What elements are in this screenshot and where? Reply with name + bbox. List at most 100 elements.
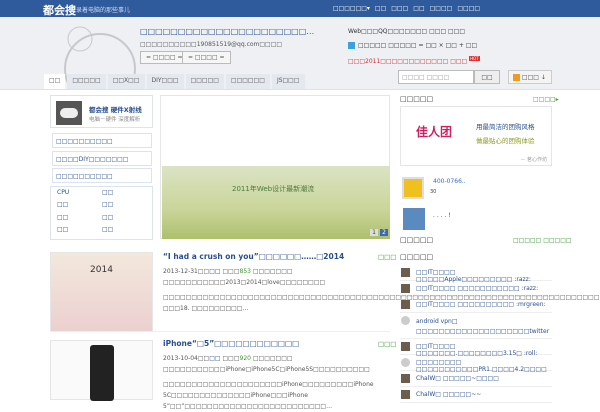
- category-link[interactable]: □□: [102, 214, 146, 225]
- divider: [50, 331, 390, 332]
- post-thumbnail[interactable]: [50, 340, 153, 401]
- announcement-title[interactable]: □□□□□□□□□□□□□□□□□□□□□□…: [140, 27, 314, 36]
- category-list: CPU □□ □□ □□ □□ □□ □□ □□: [50, 186, 153, 240]
- site-slogan: 记录着电脑的那些事儿: [70, 7, 131, 14]
- bulb-icon: [401, 316, 410, 325]
- post-meta: 2013-12-31□□□□ □□□853 □□□□□□□: [163, 268, 293, 275]
- post-title[interactable]: iPhone“□5”□□□□□□□□□□□□: [163, 339, 299, 348]
- thumbnail-text: 2014: [90, 265, 113, 275]
- comment-item[interactable]: □□□□□□□□ □□□□□□□□□□□PR1.□□□□4.2□□□□: [400, 356, 552, 373]
- tab-item[interactable]: DIY□□□: [146, 74, 184, 89]
- category-link[interactable]: □□: [102, 226, 146, 237]
- header-link-2-label: □□□□□ □□□□□ = □□ × □□ + □□: [358, 42, 478, 49]
- post-author[interactable]: □□: [209, 355, 220, 362]
- sidebar-link[interactable]: □□□□DIY□□□□□□□: [52, 151, 152, 166]
- device-icon: [403, 208, 425, 230]
- phone-image: [89, 345, 114, 401]
- brand-title[interactable]: 都会搜 硬件X射线: [89, 104, 142, 114]
- comment-text: □□IT□□□□ □□□□□□□.□□□□□□□□3.15□ :roll:: [416, 343, 538, 357]
- ad-brand: 佳人团: [416, 125, 453, 139]
- comment-text: android vpn□ □□□□□□□□□□□□□□□□□□□□twitter…: [416, 318, 550, 335]
- tab-item[interactable]: □□X□□: [107, 74, 145, 89]
- avatar: [401, 342, 410, 351]
- post-meta: 2013-10-04□□□□ □□□920 □□□□□□□: [163, 355, 293, 362]
- category-link[interactable]: □□: [57, 201, 101, 212]
- header-link-2[interactable]: □□□□□ □□□□□ = □□ × □□ + □□: [348, 42, 477, 49]
- post-tags: □□□□□□□□□□□iPhone□iPhone5C□iPhone5S□□□□□…: [163, 366, 370, 373]
- tab-item[interactable]: JS□□□: [271, 74, 305, 89]
- post-title[interactable]: “I had a crush on you”□□□□□□……□2014: [163, 252, 344, 261]
- app-icon: [402, 177, 424, 199]
- brand-subtitle: 电脑－硬件 深度解析: [89, 117, 141, 123]
- main-nav-tabs: □□ □□□□□ □□X□□ DIY□□□ □□□□□ □□□□□□ JS□□□: [44, 74, 307, 89]
- ad-banner[interactable]: 佳人团 用最简洁的团购风格 做最贴心的团购体验 － 茗心作坊: [400, 106, 552, 166]
- post-category[interactable]: □□□: [378, 253, 396, 261]
- post-views: 853: [239, 268, 251, 275]
- ad-section-title: □□□□□: [400, 95, 434, 103]
- views-label: □□□: [222, 355, 240, 362]
- tab-home[interactable]: □□: [44, 74, 66, 89]
- search-input[interactable]: □□□□ □□□□: [398, 70, 474, 84]
- comment-item[interactable]: □□IT□□□□ □□□□□□□.□□□□□□□□3.15□ :roll:: [400, 340, 552, 357]
- top-nav-item[interactable]: □□□□□□▾: [333, 5, 370, 12]
- tab-item[interactable]: □□□□□: [185, 74, 224, 89]
- promo-item-1[interactable]: 400-0766..: [433, 178, 466, 185]
- section-title: □□□□□: [400, 236, 434, 244]
- comment-text: □□IT□□□□ □□□□□□□□□□□ :razz:: [416, 285, 539, 292]
- header-link-1[interactable]: Web□□□QQ□□□□□□□ □□□ □□□: [348, 28, 465, 35]
- top-nav-item[interactable]: □□: [375, 5, 386, 12]
- top-nav-item[interactable]: □□□□: [430, 5, 453, 12]
- category-link[interactable]: □□: [57, 226, 101, 237]
- post-author[interactable]: □□: [209, 268, 220, 275]
- announcement-subtitle: □□□□□□□□□□190851519@qq.com□□□□: [140, 41, 283, 48]
- slide-caption: 2011年Web设计最新潮流: [232, 185, 315, 193]
- post-tags: □□□□□□□□□□□2013□2014□love□□□□□□□□: [163, 279, 326, 286]
- post-thumbnail[interactable]: 2014: [50, 252, 153, 332]
- category-link[interactable]: CPU: [57, 189, 101, 200]
- post-category[interactable]: □□□: [378, 340, 396, 348]
- search-button[interactable]: □□: [474, 70, 500, 84]
- header-link-3[interactable]: □□□2011□□□□□□□□□□□□ □□□ HOT: [348, 56, 480, 65]
- top-nav-item[interactable]: □□□□: [457, 5, 480, 12]
- post-excerpt: □□□□□□□□□□□□□□□□□□□□□□□□□□□□□□□□□□□□□□□□…: [163, 294, 600, 312]
- rss-button[interactable]: □□□ ↓: [508, 70, 552, 84]
- post-date: 2013-12-31□□: [163, 268, 210, 275]
- top-nav-item[interactable]: □□: [413, 5, 424, 12]
- tab-item[interactable]: □□□□□: [67, 74, 106, 89]
- more-links[interactable]: □□□□□ □□□□□: [513, 237, 572, 244]
- bulb-icon: [401, 358, 410, 367]
- brand-box: 都会搜 硬件X射线 电脑－硬件 深度解析: [50, 95, 153, 128]
- comment-text: □□IT□□□□ □□□□□□□□□□ :mrgreen:: [416, 301, 546, 308]
- post-comments: □□□□□□□: [252, 268, 293, 275]
- sidebar-link[interactable]: □□□□□□□□□□: [52, 168, 152, 183]
- comment-item[interactable]: □□IT□□□□ □□□□□Apple□□□□□□□□□ :razz:: [400, 266, 552, 283]
- comment-text: □□□□□□□□ □□□□□□□□□□□PR1.□□□□4.2□□□□: [416, 359, 547, 373]
- rss-label: □□□ ↓: [521, 74, 546, 81]
- comment-item[interactable]: ChalW□ □□□□□~~: [400, 388, 552, 403]
- sidebar-link[interactable]: □□□□□□□□□□: [52, 133, 152, 148]
- promo-item-1-sub: 30: [430, 189, 437, 195]
- post-excerpt: □□□□□□□□□□□□□□□□□□□□□iPhone□□□□□□□□□iPho…: [163, 381, 374, 410]
- header-button-2[interactable]: = □□□□ =: [182, 51, 231, 64]
- slide-image[interactable]: 2011年Web设计最新潮流 1 2: [162, 166, 390, 239]
- promo-item-2[interactable]: . . . . !: [433, 212, 451, 219]
- ad-signature: － 茗心作坊: [520, 157, 547, 163]
- slide-page-2[interactable]: 2: [380, 229, 388, 236]
- category-link[interactable]: □□: [57, 214, 101, 225]
- comment-text: □□IT□□□□ □□□□□Apple□□□□□□□□□ :razz:: [416, 269, 531, 283]
- slide-page-1[interactable]: 1: [370, 229, 378, 236]
- top-nav-item[interactable]: □□□: [391, 5, 408, 12]
- top-bar: 都会搜 记录着电脑的那些事儿 □□□□□□▾ □□ □□□ □□ □□□□ □□…: [0, 0, 600, 17]
- category-link[interactable]: □□: [102, 201, 146, 212]
- post-date: 2013-10-04□□: [163, 355, 210, 362]
- more-link[interactable]: □□□□▸: [533, 96, 559, 103]
- avatar: [401, 374, 410, 383]
- rss-icon: [513, 74, 520, 81]
- comment-item[interactable]: ChalW□ □□□□□~□□□□: [400, 372, 552, 387]
- category-link[interactable]: □□: [102, 189, 146, 200]
- tab-item[interactable]: □□□□□□: [225, 74, 270, 89]
- ad-line-1: 用最简洁的团购风格: [476, 123, 535, 131]
- comment-item[interactable]: android vpn□ □□□□□□□□□□□□□□□□□□□□twitter…: [400, 314, 552, 339]
- featured-slider[interactable]: 2011年Web设计最新潮流 1 2: [160, 95, 390, 239]
- top-nav: □□□□□□▾ □□ □□□ □□ □□□□ □□□□: [333, 5, 480, 12]
